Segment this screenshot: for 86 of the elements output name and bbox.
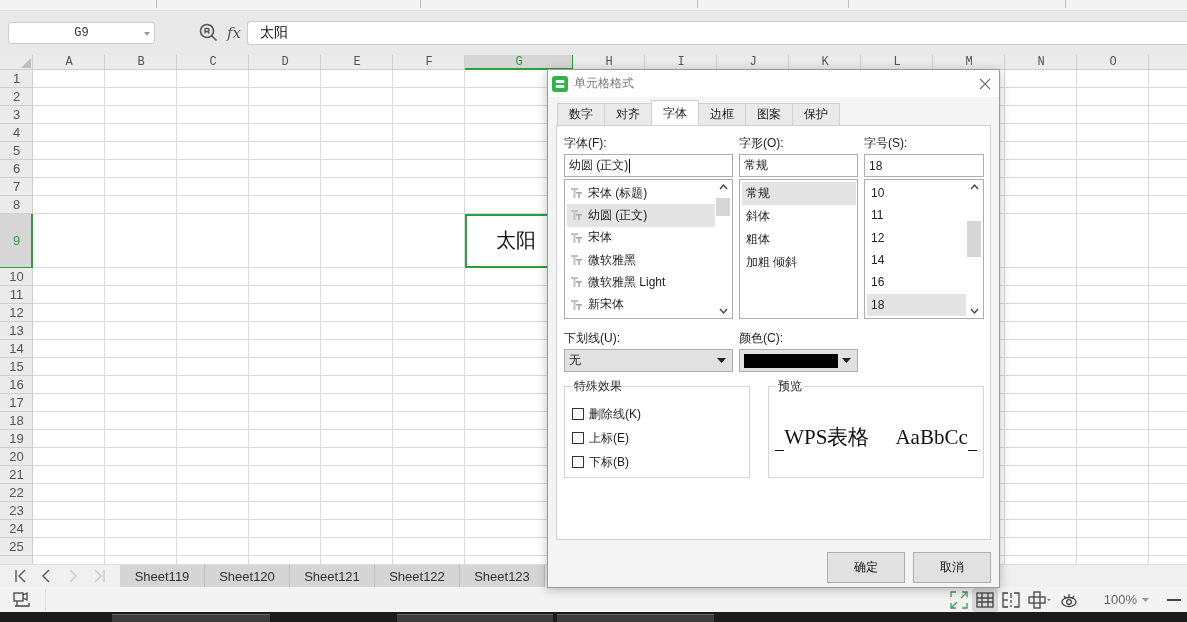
edge-mark xyxy=(775,449,785,451)
list-item[interactable]: 10 xyxy=(867,182,966,205)
fullscreen-icon xyxy=(949,590,968,609)
dialog-button[interactable]: 取消 xyxy=(913,552,991,583)
list-item[interactable]: 微软雅黑 Light xyxy=(567,271,715,294)
list-item[interactable]: 新宋体 xyxy=(567,293,715,316)
list-box[interactable]: 宋体 (标题) 幼圆 (正文) 宋体 微软雅黑 微软雅黑 Light 新宋体 xyxy=(564,179,733,319)
chevron-down-icon[interactable] xyxy=(718,308,728,314)
checkbox-label[interactable]: 下标(B) xyxy=(589,453,629,471)
list-box[interactable]: 10 11 12 14 16 18 xyxy=(864,179,984,319)
edge-mark xyxy=(967,449,977,451)
dialog-title: 单元格格式 xyxy=(574,75,635,92)
checkbox-label[interactable]: 上标(E) xyxy=(589,429,629,447)
list-box[interactable]: 常规 斜体 粗体 加粗 倾斜 xyxy=(739,179,858,319)
scrollbar[interactable] xyxy=(966,182,982,316)
sheet-tab[interactable]: Sheet121 xyxy=(290,565,375,588)
field-label: 下划线(U): xyxy=(564,330,621,347)
dialog-tab[interactable]: 字体 xyxy=(651,100,699,125)
sheet-tab[interactable]: Sheet123 xyxy=(460,565,545,588)
caret-icon xyxy=(1142,597,1149,602)
dialog-button[interactable]: 确定 xyxy=(827,552,905,583)
app-icon xyxy=(552,75,568,92)
input-field[interactable]: 18 xyxy=(864,154,984,177)
scrollbar[interactable] xyxy=(715,182,731,316)
field-label: 字号(S): xyxy=(864,135,909,152)
list-item[interactable]: 粗体 xyxy=(742,228,856,251)
scrollbar-thumb[interactable] xyxy=(967,221,981,257)
caret-icon xyxy=(717,358,726,363)
list-item[interactable]: 11 xyxy=(867,204,966,227)
list-item[interactable]: 幼圆 (正文) xyxy=(567,204,715,227)
sheet-tab[interactable]: Sheet119 xyxy=(120,565,205,588)
dialog-tab[interactable]: 边框 xyxy=(698,103,746,125)
checkbox[interactable] xyxy=(572,456,584,468)
list-item[interactable]: 12 xyxy=(867,226,966,249)
view-button[interactable] xyxy=(971,587,998,612)
zoom-dropdown[interactable]: 100% xyxy=(1103,592,1149,608)
preview-text: WPS表格 xyxy=(784,424,870,451)
list-item[interactable]: 宋体 (标题) xyxy=(567,182,715,205)
presentation-icon[interactable] xyxy=(13,590,31,609)
page-break-icon xyxy=(1001,590,1020,609)
zoom-search-icon[interactable] xyxy=(199,22,219,43)
list-item[interactable]: 加粗 倾斜 xyxy=(742,251,856,274)
sheet-tab[interactable]: Sheet120 xyxy=(205,565,290,588)
scrollbar-thumb[interactable] xyxy=(716,198,730,216)
input-field[interactable]: 常规 xyxy=(739,154,858,177)
list-item[interactable]: 18 xyxy=(867,293,966,316)
crosshair-icon xyxy=(1027,590,1052,609)
list-item[interactable]: 常规 xyxy=(742,182,856,205)
name-box[interactable]: G9 xyxy=(8,21,155,44)
caret-icon xyxy=(144,31,150,36)
preview-text: AaBbCc xyxy=(895,424,968,450)
grid-icon xyxy=(975,590,994,609)
chevron-up-icon[interactable] xyxy=(718,184,728,190)
group-label: 预览 xyxy=(776,379,804,393)
caret-icon xyxy=(842,358,851,363)
font-type-icon xyxy=(571,188,582,199)
dialog-tab[interactable]: 保护 xyxy=(792,103,840,125)
triangle-icon xyxy=(21,57,31,68)
chevron-down-icon[interactable] xyxy=(969,308,979,314)
list-item[interactable]: 14 xyxy=(867,249,966,272)
close-icon[interactable] xyxy=(979,77,991,90)
field-label: 字体(F): xyxy=(564,135,608,152)
field-label: 字形(O): xyxy=(739,135,785,152)
font-type-icon xyxy=(571,277,582,288)
checkbox[interactable] xyxy=(572,408,584,420)
color-dropdown[interactable] xyxy=(739,349,858,372)
dialog-tab[interactable]: 数字 xyxy=(557,103,605,125)
underline-dropdown[interactable]: 无 xyxy=(564,349,733,372)
zoom-out-icon[interactable] xyxy=(1167,598,1181,601)
formula-input[interactable]: 太阳 xyxy=(247,20,1187,45)
field-label: 颜色(C): xyxy=(739,330,784,347)
input-field[interactable]: 幼圆 (正文) xyxy=(564,154,733,177)
list-item[interactable]: 斜体 xyxy=(742,205,856,228)
function-button[interactable]: fx xyxy=(227,23,241,42)
list-item[interactable]: 16 xyxy=(867,271,966,294)
dialog-tab[interactable]: 图案 xyxy=(745,103,793,125)
sheet-tab[interactable]: Sheet122 xyxy=(375,565,460,588)
chevron-up-icon[interactable] xyxy=(969,184,979,190)
font-type-icon xyxy=(571,255,582,266)
font-type-icon xyxy=(571,299,582,310)
font-type-icon xyxy=(571,232,582,243)
checkbox[interactable] xyxy=(572,432,584,444)
checkbox-label[interactable]: 删除线(K) xyxy=(589,405,641,423)
dialog-tab[interactable]: 对齐 xyxy=(604,103,652,125)
font-type-icon xyxy=(571,210,582,221)
group-label: 特殊效果 xyxy=(572,379,624,393)
